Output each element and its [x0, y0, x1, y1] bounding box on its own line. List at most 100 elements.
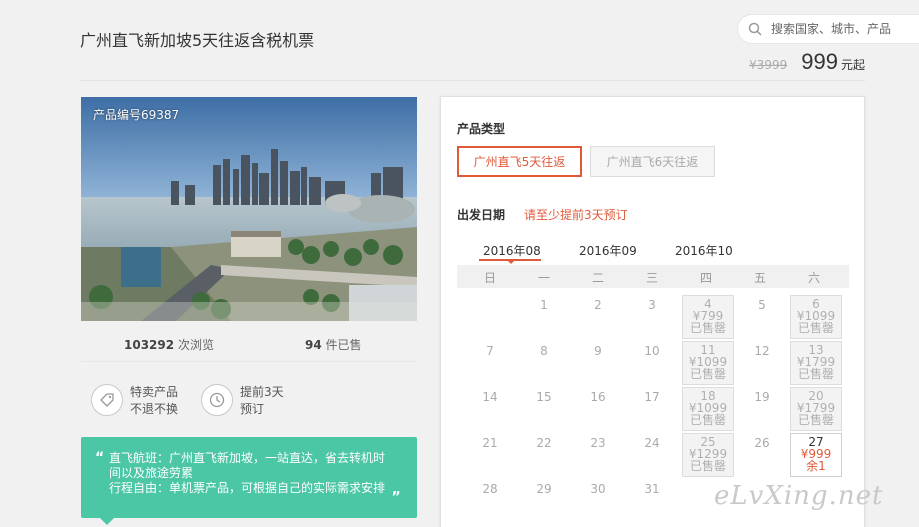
sold-count: 94 [305, 338, 322, 352]
day-number: 10 [644, 344, 660, 358]
highlight-line: 直飞航班：广州直飞新加坡，一站直达，省去转机时 [109, 451, 386, 465]
day-number: 26 [754, 436, 770, 450]
month-tab-2016-09[interactable]: 2016年09 [579, 242, 637, 259]
month-tab-indicator-arrow [507, 260, 515, 264]
day-number: 22 [536, 436, 552, 450]
calendar-day-cell[interactable]: 25 ¥1299 已售罄 [682, 433, 734, 477]
feature-line: 特卖产品 [130, 385, 179, 399]
calendar-day-cell: 26 [736, 433, 788, 477]
search-icon [748, 22, 762, 36]
calendar-day-cell: 21 [464, 433, 516, 477]
day-number: 19 [754, 390, 770, 404]
day-number: 12 [754, 344, 770, 358]
calendar-day-cell: 22 [518, 433, 570, 477]
month-tab-2016-08[interactable]: 2016年08 [483, 242, 541, 259]
weekday-label: 六 [807, 271, 820, 285]
calendar-day-cell: 10 [626, 341, 678, 385]
sold-stat: 94 件已售 [305, 336, 362, 353]
search-input[interactable] [771, 22, 911, 36]
day-status: 已售罄 [797, 413, 834, 427]
day-status: 已售罄 [689, 367, 726, 381]
day-number: 7 [486, 344, 494, 358]
page-title: 广州直飞新加坡5天往返含税机票 [80, 31, 315, 50]
weekday-label: 日 [483, 271, 496, 285]
day-number: 2 [594, 298, 602, 312]
weekday-label: 一 [537, 271, 550, 285]
weekday-label: 五 [753, 271, 766, 285]
day-number: 3 [648, 298, 656, 312]
day-status: 已售罄 [689, 459, 726, 473]
calendar-day-cell: 5 [736, 295, 788, 339]
product-type-label: 产品类型 [457, 122, 506, 136]
product-page: 广州直飞新加坡5天往返含税机票 ¥3999 999 元起 [0, 3, 919, 527]
day-number: 31 [644, 482, 660, 496]
weekday-label: 四 [699, 271, 712, 285]
views-label: 次浏览 [177, 338, 214, 352]
highlight-line: 间以及旅途劳累 [109, 466, 194, 480]
month-tab-2016-10[interactable]: 2016年10 [675, 242, 733, 259]
day-number: 16 [590, 390, 606, 404]
calendar-day-cell[interactable]: 6 ¥1099 已售罄 [790, 295, 842, 339]
clock-icon [201, 384, 233, 416]
calendar-day-cell: 1 [518, 295, 570, 339]
day-number: 21 [482, 436, 498, 450]
note-pointer [100, 518, 114, 525]
calendar-day-cell[interactable]: 4 ¥799 已售罄 [682, 295, 734, 339]
calendar-day-cell: 23 [572, 433, 624, 477]
calendar-day-cell[interactable]: 13 ¥1799 已售罄 [790, 341, 842, 385]
views-count: 103292 [124, 338, 175, 352]
booking-panel: 产品类型 广州直飞5天往返 广州直飞6天往返 出发日期 请至少提前3天预订 20… [440, 96, 865, 527]
day-status: 已售罄 [797, 367, 834, 381]
price-unit: 元起 [840, 58, 865, 72]
price-row: ¥3999 999 元起 [749, 49, 865, 75]
calendar-day-cell[interactable]: 20 ¥1799 已售罄 [790, 387, 842, 431]
calendar-day-cell: 3 [626, 295, 678, 339]
calendar-day-cell: 9 [572, 341, 624, 385]
calendar-day-cell: 7 [464, 341, 516, 385]
open-quote-icon: “ [95, 450, 105, 466]
calendar-day-cell: 24 [626, 433, 678, 477]
calendar-day-cell[interactable]: 11 ¥1099 已售罄 [682, 341, 734, 385]
calendar-day-cell: 28 [464, 479, 516, 523]
day-status: 已售罄 [797, 321, 834, 335]
day-number: 9 [594, 344, 602, 358]
tag-icon [91, 384, 123, 416]
calendar-day-cell: 12 [736, 341, 788, 385]
calendar-day-cell[interactable]: 27 ¥999 余1 [790, 433, 842, 477]
original-price: ¥3999 [749, 58, 788, 72]
calendar-day-cell: 19 [736, 387, 788, 431]
calendar-day-cell: 15 [518, 387, 570, 431]
calendar-day-cell: 8 [518, 341, 570, 385]
weekday-label: 二 [591, 271, 604, 285]
day-number: 24 [644, 436, 660, 450]
sold-label: 件已售 [325, 338, 362, 352]
day-number: 23 [590, 436, 606, 450]
highlight-line: 行程自由：单机票产品，可根据自己的实际需求安排 [109, 481, 386, 495]
day-number: 15 [536, 390, 552, 404]
product-stats: 103292 次浏览 94 件已售 [81, 333, 417, 355]
day-number: 8 [540, 344, 548, 358]
stats-divider [81, 361, 417, 362]
advance-hint: 请至少提前3天预订 [524, 208, 628, 222]
calendar-day-cell: 29 [518, 479, 570, 523]
day-number: 1 [540, 298, 548, 312]
product-photo: 产品编号69387 [81, 97, 417, 321]
day-status: 已售罄 [689, 321, 726, 335]
calendar-day-cell: 30 [572, 479, 624, 523]
search-box[interactable] [737, 14, 919, 44]
calendar-day-cell: 16 [572, 387, 624, 431]
product-type-option-6day[interactable]: 广州直飞6天往返 [590, 146, 715, 177]
feature-line: 不退不换 [130, 402, 179, 416]
site-watermark: eLvXing.net [714, 481, 884, 511]
day-number: 5 [758, 298, 766, 312]
calendar-day-cell: 2 [572, 295, 624, 339]
product-type-option-5day[interactable]: 广州直飞5天往返 [457, 146, 582, 177]
feature-special-sale: 特卖产品 不退不换 [91, 384, 178, 418]
calendar-day-cell[interactable]: 18 ¥1099 已售罄 [682, 387, 734, 431]
calendar-day-cell: 14 [464, 387, 516, 431]
day-number: 28 [482, 482, 498, 496]
depart-date-label: 出发日期 [457, 208, 506, 222]
header-divider [80, 80, 865, 81]
feature-advance-booking: 提前3天 预订 [201, 384, 284, 418]
current-price: 999 [801, 49, 838, 74]
